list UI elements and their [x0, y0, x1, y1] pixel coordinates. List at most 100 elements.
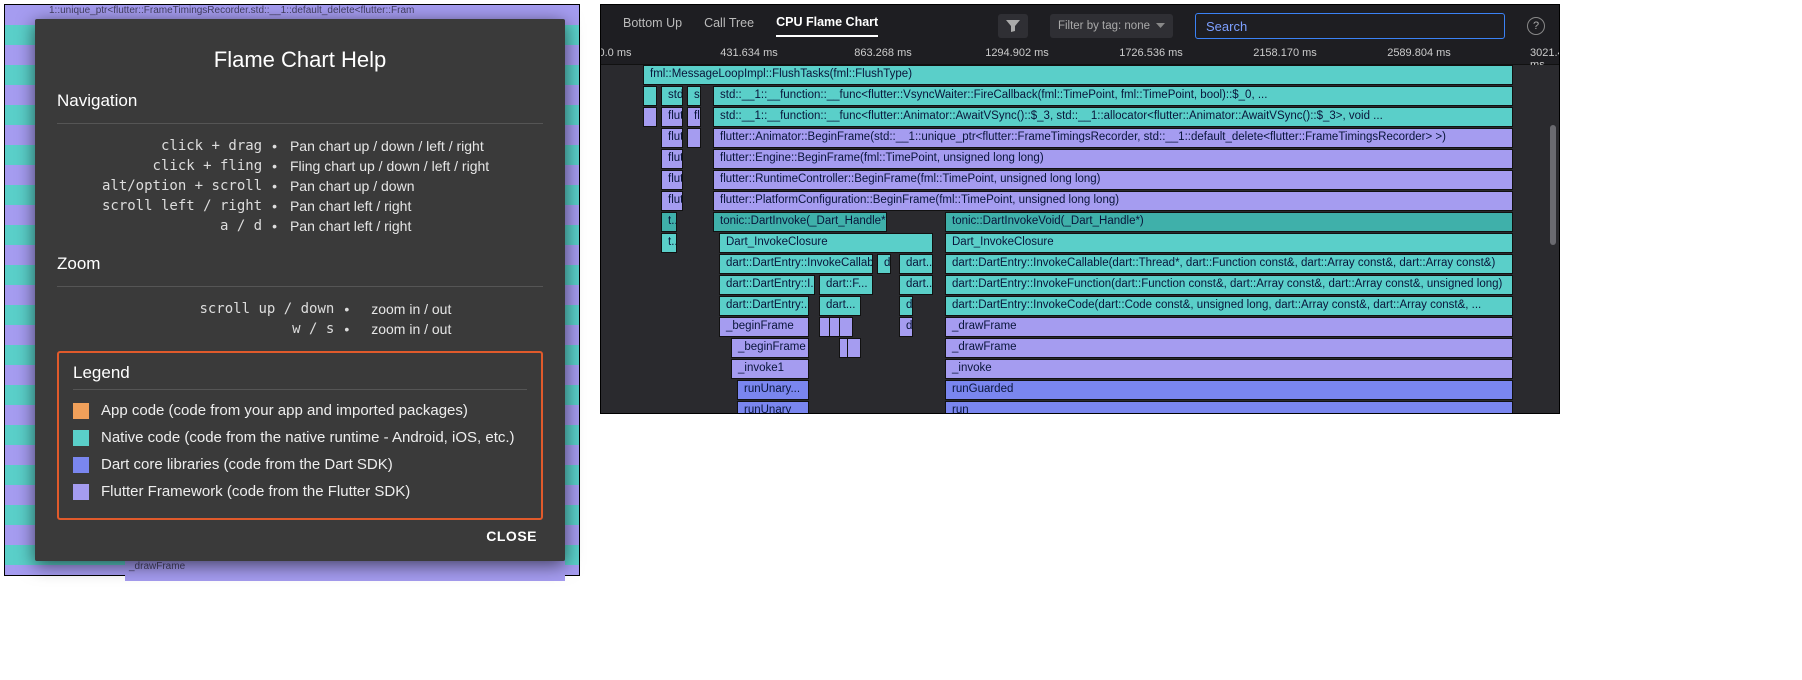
- flame-frame[interactable]: std::__1::__function::__func<flutter::An…: [713, 107, 1513, 127]
- flame-frame[interactable]: flutter::RuntimeController::BeginFrame(f…: [713, 170, 1513, 190]
- flame-frame[interactable]: std:...: [661, 86, 683, 106]
- flame-frame[interactable]: d...: [877, 254, 891, 274]
- flame-frame[interactable]: dart...: [899, 275, 933, 295]
- flame-frame[interactable]: flutter::PlatformConfiguration::BeginFra…: [713, 191, 1513, 211]
- flame-frame[interactable]: _drawFrame: [945, 338, 1513, 358]
- ruler-tick: 2589.804 ms: [1387, 47, 1451, 59]
- help-panel-screenshot: 1::unique_ptr<flutter::FrameTimingsRecor…: [4, 4, 580, 576]
- shortcut-desc: Pan chart left / right: [284, 196, 543, 216]
- legend-row: Dart core libraries (code from the Dart …: [73, 456, 527, 473]
- flame-frame[interactable]: flutter::Engine::BeginFrame(fml::TimePoi…: [713, 149, 1513, 169]
- legend-label: Native code (code from the native runtim…: [101, 429, 515, 446]
- legend-swatch: [73, 484, 89, 500]
- flame-frame[interactable]: runUnary...: [737, 380, 809, 400]
- filter-by-tag-dropdown[interactable]: Filter by tag: none: [1050, 14, 1173, 38]
- time-ruler[interactable]: 0.0 ms431.634 ms863.268 ms1294.902 ms172…: [601, 45, 1559, 65]
- navigation-table: click + drag•Pan chart up / down / left …: [57, 136, 543, 236]
- flame-frame[interactable]: _invoke1: [731, 359, 809, 379]
- flame-frame[interactable]: flutter::Animator::BeginFrame(std::__1::…: [713, 128, 1513, 148]
- flame-frame[interactable]: d...: [899, 296, 913, 316]
- scrollbar-thumb[interactable]: [1550, 125, 1556, 245]
- flame-frame[interactable]: dart::DartEntry::InvokeFunction(dart::Fu…: [945, 275, 1513, 295]
- flame-frame[interactable]: fml::MessageLoopImpl::FlushTasks(fml::Fl…: [643, 65, 1513, 85]
- flame-frame[interactable]: _beginFrame: [719, 317, 809, 337]
- flame-frame[interactable]: [847, 338, 861, 358]
- legend-label: Dart core libraries (code from the Dart …: [101, 456, 393, 473]
- tab-call-tree[interactable]: Call Tree: [704, 16, 754, 36]
- flame-frame[interactable]: Dart_InvokeClosure: [719, 233, 933, 253]
- flame-frame[interactable]: flut...: [661, 107, 683, 127]
- flame-frame[interactable]: runUnary: [737, 401, 809, 413]
- flame-frame[interactable]: dart::DartEntry:...: [719, 296, 809, 316]
- flame-frame[interactable]: flut...: [661, 170, 683, 190]
- flame-frame[interactable]: runGuarded: [945, 380, 1513, 400]
- bullet: •: [268, 196, 284, 216]
- flame-frame[interactable]: t...: [661, 212, 677, 232]
- flame-frame[interactable]: flut...: [661, 191, 683, 211]
- chevron-down-icon: [1156, 23, 1165, 29]
- shortcut-key: click + fling: [57, 156, 268, 176]
- search-input[interactable]: [1195, 13, 1505, 39]
- flame-frame[interactable]: _drawFrame: [945, 317, 1513, 337]
- flame-frame[interactable]: [643, 107, 657, 127]
- legend-row: Native code (code from the native runtim…: [73, 429, 527, 446]
- tab-cpu-flame-chart[interactable]: CPU Flame Chart: [776, 15, 878, 37]
- flame-frame[interactable]: fl...: [687, 107, 701, 127]
- flame-frame[interactable]: s...: [687, 86, 701, 106]
- bg-frame-text: _drawFrame: [125, 561, 565, 581]
- bullet: •: [268, 176, 284, 196]
- shortcut-desc: Pan chart up / down: [284, 176, 543, 196]
- flame-frame[interactable]: [839, 317, 853, 337]
- flame-frame[interactable]: dart...: [899, 254, 933, 274]
- flame-frame[interactable]: d...: [899, 317, 913, 337]
- legend-label: App code (code from your app and importe…: [101, 402, 468, 419]
- ruler-tick: 0.0 ms: [600, 47, 632, 59]
- flame-topbar: Bottom Up Call Tree CPU Flame Chart Filt…: [601, 5, 1559, 45]
- legend-row: App code (code from your app and importe…: [73, 402, 527, 419]
- flame-frame[interactable]: flut...: [661, 149, 683, 169]
- shortcut-key: alt/option + scroll: [57, 176, 268, 196]
- flame-frame[interactable]: t...: [661, 233, 677, 253]
- flame-frame[interactable]: _beginFrame: [731, 338, 809, 358]
- flame-frame[interactable]: flut...: [661, 128, 683, 148]
- flame-frame[interactable]: tonic::DartInvokeVoid(_Dart_Handle*): [945, 212, 1513, 232]
- shortcut-desc: Fling chart up / down / left / right: [284, 156, 543, 176]
- bullet: •: [340, 299, 365, 319]
- flame-frame[interactable]: dart::DartEntry::InvokeCallab...: [719, 254, 873, 274]
- flame-frame[interactable]: [643, 86, 657, 106]
- ruler-tick: 1726.536 ms: [1119, 47, 1183, 59]
- close-button[interactable]: CLOSE: [480, 520, 543, 552]
- flame-frame[interactable]: tonic::DartInvoke(_Dart_Handle*, ...: [713, 212, 887, 232]
- flame-frame[interactable]: dart::F...: [819, 275, 873, 295]
- flame-frame[interactable]: _invoke: [945, 359, 1513, 379]
- legend-swatch: [73, 457, 89, 473]
- filter-tag-label: Filter by tag: none: [1058, 20, 1150, 32]
- flame-frame[interactable]: dart::DartEntry::I...: [719, 275, 815, 295]
- flame-frame[interactable]: [687, 128, 701, 148]
- flame-frame[interactable]: std::__1::__function::__func<flutter::Vs…: [713, 86, 1513, 106]
- help-button[interactable]: ?: [1527, 17, 1545, 35]
- filter-button[interactable]: [998, 14, 1028, 38]
- flame-frame[interactable]: run: [945, 401, 1513, 413]
- shortcut-key: click + drag: [57, 136, 268, 156]
- tab-bottom-up[interactable]: Bottom Up: [623, 16, 682, 36]
- navigation-heading: Navigation: [57, 91, 543, 111]
- shortcut-key: a / d: [57, 216, 268, 236]
- ruler-tick: 1294.902 ms: [985, 47, 1049, 59]
- dialog-title: Flame Chart Help: [57, 47, 543, 73]
- shortcut-desc: Pan chart up / down / left / right: [284, 136, 543, 156]
- shortcut-key: scroll up / down: [57, 299, 340, 319]
- flame-frame[interactable]: dart...: [819, 296, 861, 316]
- flame-frame[interactable]: Dart_InvokeClosure: [945, 233, 1513, 253]
- flame-chart-canvas[interactable]: fml::MessageLoopImpl::FlushTasks(fml::Fl…: [601, 65, 1559, 413]
- flame-frame[interactable]: dart::DartEntry::InvokeCode(dart::Code c…: [945, 296, 1513, 316]
- zoom-heading: Zoom: [57, 254, 543, 274]
- legend-heading: Legend: [73, 363, 527, 383]
- flame-frame[interactable]: dart::DartEntry::InvokeCallable(dart::Th…: [945, 254, 1513, 274]
- shortcut-key: w / s: [57, 319, 340, 339]
- divider: [57, 123, 543, 124]
- legend-row: Flutter Framework (code from the Flutter…: [73, 483, 527, 500]
- shortcut-desc: zoom in / out: [365, 319, 543, 339]
- cpu-flame-chart-panel: Bottom Up Call Tree CPU Flame Chart Filt…: [600, 4, 1560, 414]
- bullet: •: [340, 319, 365, 339]
